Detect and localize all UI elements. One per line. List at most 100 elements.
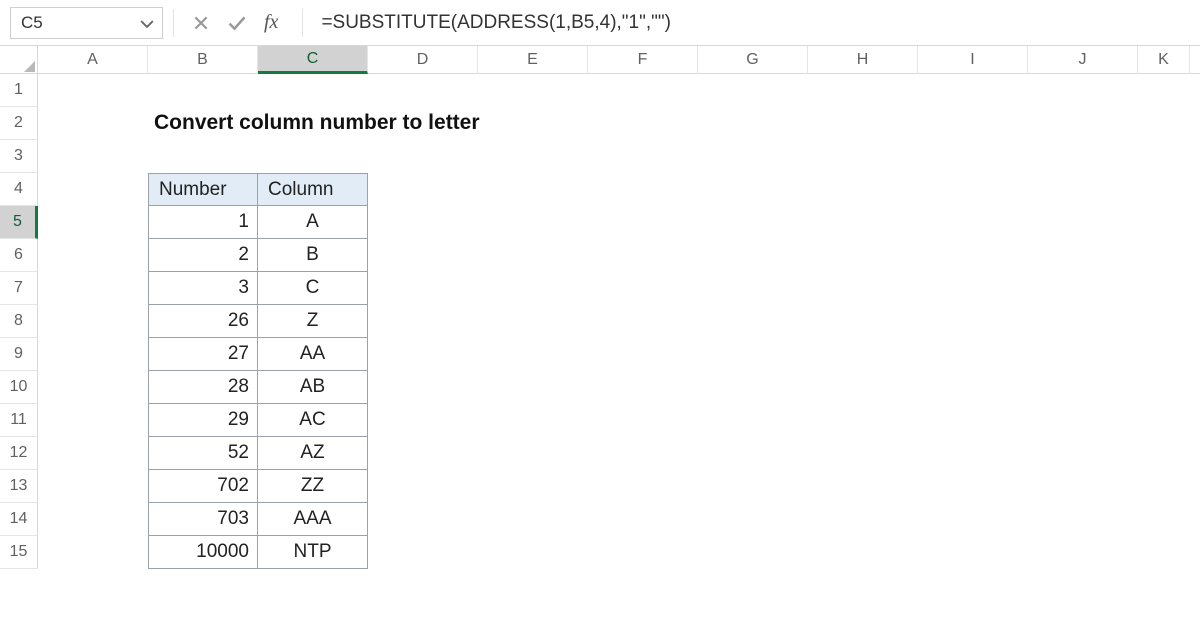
cell-C12[interactable]: AZ: [258, 437, 368, 470]
cell-I12[interactable]: [918, 437, 1028, 470]
cell-D6[interactable]: [368, 239, 478, 272]
cell-F3[interactable]: [588, 140, 698, 173]
cell-B11[interactable]: 29: [148, 404, 258, 437]
col-header-J[interactable]: J: [1028, 46, 1138, 74]
cell-D14[interactable]: [368, 503, 478, 536]
cell-A3[interactable]: [38, 140, 148, 173]
cell-J11[interactable]: [1028, 404, 1138, 437]
cell-C7[interactable]: C: [258, 272, 368, 305]
row-header-3[interactable]: 3: [0, 140, 38, 173]
cell-I13[interactable]: [918, 470, 1028, 503]
cell-G8[interactable]: [698, 305, 808, 338]
cell-A9[interactable]: [38, 338, 148, 371]
cell-B9[interactable]: 27: [148, 338, 258, 371]
cell-F8[interactable]: [588, 305, 698, 338]
cell-C8[interactable]: Z: [258, 305, 368, 338]
cell-E1[interactable]: [478, 74, 588, 107]
cell-G14[interactable]: [698, 503, 808, 536]
cell-H7[interactable]: [808, 272, 918, 305]
cell-E2[interactable]: [478, 107, 588, 140]
cell-D5[interactable]: [368, 206, 478, 239]
cell-B10[interactable]: 28: [148, 371, 258, 404]
cell-E14[interactable]: [478, 503, 588, 536]
cell-G9[interactable]: [698, 338, 808, 371]
cell-D13[interactable]: [368, 470, 478, 503]
cell-E13[interactable]: [478, 470, 588, 503]
cell-D12[interactable]: [368, 437, 478, 470]
cell-D15[interactable]: [368, 536, 478, 569]
row-header-13[interactable]: 13: [0, 470, 38, 503]
row-header-11[interactable]: 11: [0, 404, 38, 437]
cell-B4[interactable]: Number: [148, 173, 258, 206]
cell-I11[interactable]: [918, 404, 1028, 437]
cell-H15[interactable]: [808, 536, 918, 569]
col-header-E[interactable]: E: [478, 46, 588, 74]
cell-J13[interactable]: [1028, 470, 1138, 503]
row-header-5[interactable]: 5: [0, 206, 38, 239]
cell-K15[interactable]: [1138, 536, 1190, 569]
cell-H12[interactable]: [808, 437, 918, 470]
cell-K5[interactable]: [1138, 206, 1190, 239]
cell-D10[interactable]: [368, 371, 478, 404]
row-header-14[interactable]: 14: [0, 503, 38, 536]
cell-C4[interactable]: Column: [258, 173, 368, 206]
cell-G4[interactable]: [698, 173, 808, 206]
cell-B8[interactable]: 26: [148, 305, 258, 338]
cell-F9[interactable]: [588, 338, 698, 371]
cell-J15[interactable]: [1028, 536, 1138, 569]
cell-G7[interactable]: [698, 272, 808, 305]
cell-K7[interactable]: [1138, 272, 1190, 305]
name-box[interactable]: C5: [10, 7, 163, 39]
row-header-4[interactable]: 4: [0, 173, 38, 206]
cell-C3[interactable]: [258, 140, 368, 173]
cell-A4[interactable]: [38, 173, 148, 206]
cell-J14[interactable]: [1028, 503, 1138, 536]
fx-icon[interactable]: fx: [262, 11, 284, 34]
cell-D8[interactable]: [368, 305, 478, 338]
cell-H6[interactable]: [808, 239, 918, 272]
cell-E12[interactable]: [478, 437, 588, 470]
col-header-H[interactable]: H: [808, 46, 918, 74]
cell-D2[interactable]: [368, 107, 478, 140]
cell-K2[interactable]: [1138, 107, 1190, 140]
cell-I9[interactable]: [918, 338, 1028, 371]
cell-A13[interactable]: [38, 470, 148, 503]
cell-E11[interactable]: [478, 404, 588, 437]
col-header-G[interactable]: G: [698, 46, 808, 74]
col-header-D[interactable]: D: [368, 46, 478, 74]
select-all-button[interactable]: [0, 46, 38, 74]
cell-G5[interactable]: [698, 206, 808, 239]
cell-C5[interactable]: A: [258, 206, 368, 239]
cell-I14[interactable]: [918, 503, 1028, 536]
cell-G6[interactable]: [698, 239, 808, 272]
cell-A12[interactable]: [38, 437, 148, 470]
col-header-I[interactable]: I: [918, 46, 1028, 74]
cell-I5[interactable]: [918, 206, 1028, 239]
cell-B7[interactable]: 3: [148, 272, 258, 305]
cell-F14[interactable]: [588, 503, 698, 536]
cell-D11[interactable]: [368, 404, 478, 437]
cell-C14[interactable]: AAA: [258, 503, 368, 536]
row-header-1[interactable]: 1: [0, 74, 38, 107]
cell-E10[interactable]: [478, 371, 588, 404]
cell-D7[interactable]: [368, 272, 478, 305]
cell-G3[interactable]: [698, 140, 808, 173]
cell-B3[interactable]: [148, 140, 258, 173]
cell-J5[interactable]: [1028, 206, 1138, 239]
cell-J10[interactable]: [1028, 371, 1138, 404]
cell-C15[interactable]: NTP: [258, 536, 368, 569]
cell-B1[interactable]: [148, 74, 258, 107]
cell-E5[interactable]: [478, 206, 588, 239]
cell-G13[interactable]: [698, 470, 808, 503]
row-header-10[interactable]: 10: [0, 371, 38, 404]
cell-J4[interactable]: [1028, 173, 1138, 206]
cell-H5[interactable]: [808, 206, 918, 239]
cell-H14[interactable]: [808, 503, 918, 536]
cell-C9[interactable]: AA: [258, 338, 368, 371]
cell-F6[interactable]: [588, 239, 698, 272]
row-header-2[interactable]: 2: [0, 107, 38, 140]
cell-F4[interactable]: [588, 173, 698, 206]
cell-K1[interactable]: [1138, 74, 1190, 107]
cell-C2[interactable]: [258, 107, 368, 140]
cell-K3[interactable]: [1138, 140, 1190, 173]
